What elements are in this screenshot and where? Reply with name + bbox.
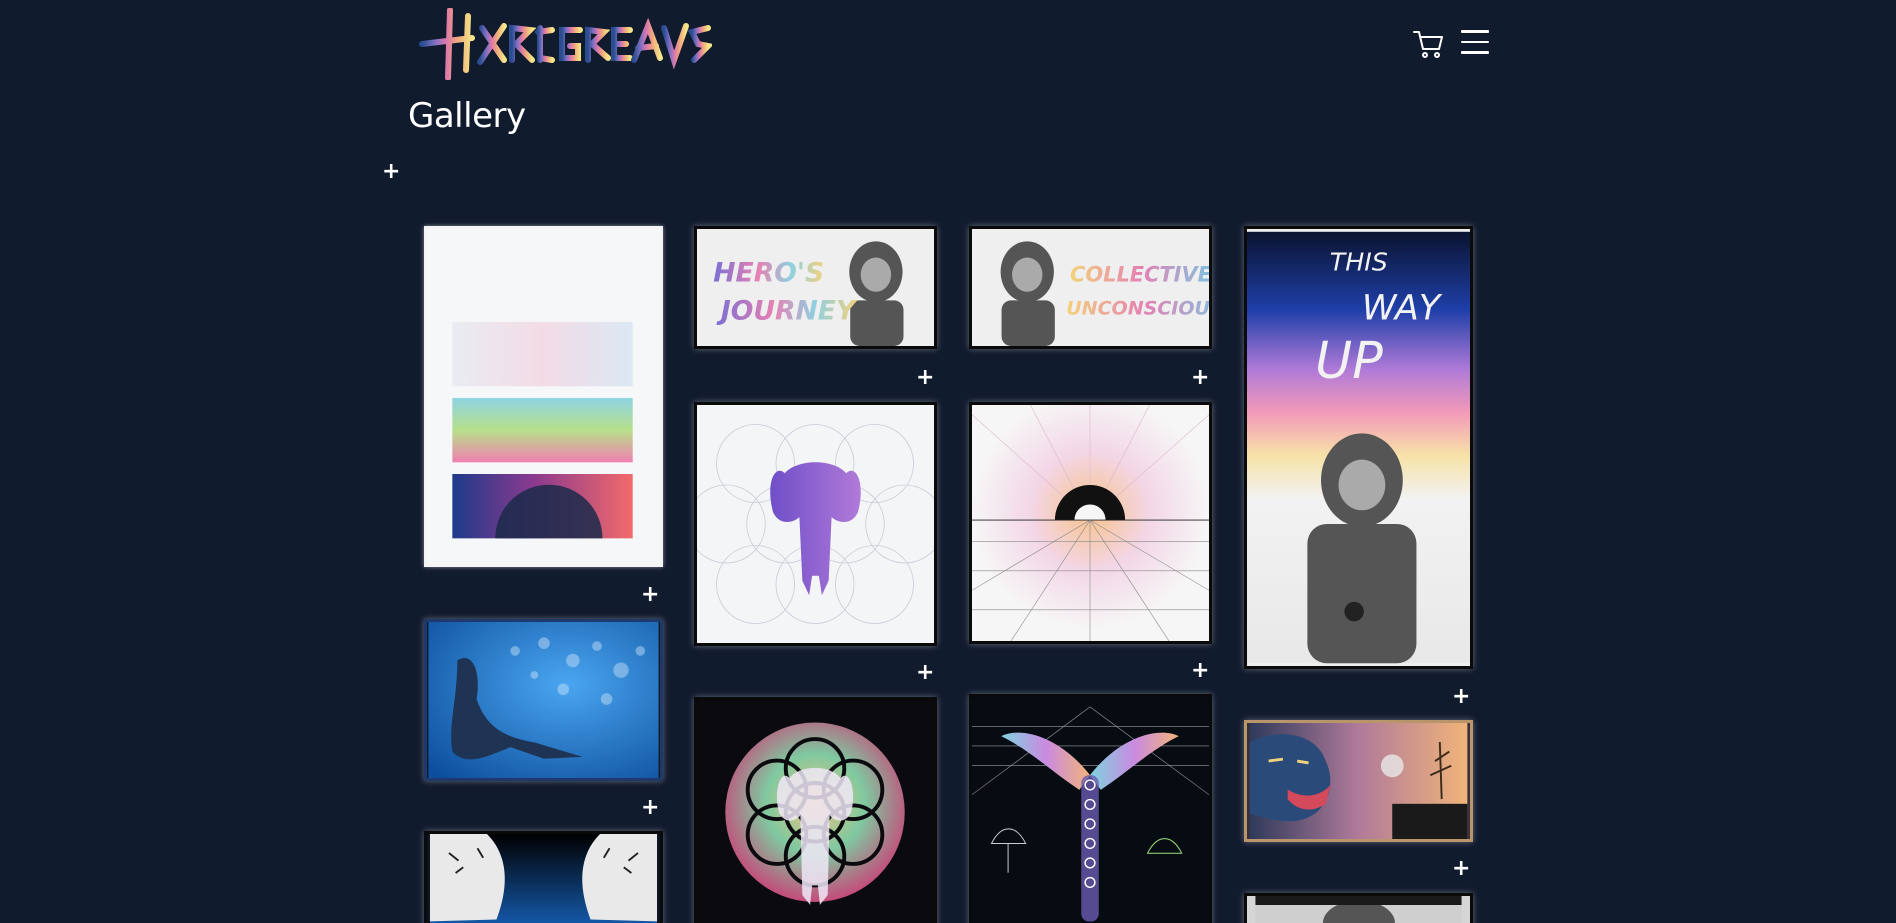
expand-button[interactable]: + bbox=[1191, 367, 1209, 389]
artwork-title-line2: JOURNEY bbox=[716, 295, 858, 326]
artwork-image bbox=[972, 405, 1209, 641]
artwork-image bbox=[428, 622, 659, 778]
artwork-elephant-flower-of-life-white[interactable] bbox=[694, 402, 937, 646]
artwork-title-line3: UP bbox=[1315, 331, 1383, 390]
page-title: Gallery bbox=[408, 96, 526, 136]
expand-button[interactable]: + bbox=[1191, 660, 1209, 682]
artwork-image bbox=[697, 405, 934, 643]
artwork-white-tigers[interactable] bbox=[424, 831, 663, 923]
cart-button[interactable] bbox=[1412, 28, 1444, 60]
artwork-heros-journey[interactable]: HERO'S JOURNEY bbox=[694, 226, 937, 349]
artwork-image: THIS WAY UP bbox=[1247, 231, 1470, 664]
artwork-image bbox=[452, 321, 633, 539]
logo-graphic bbox=[419, 7, 715, 81]
hamburger-menu-icon bbox=[1461, 30, 1489, 33]
hamburger-menu-icon-bar bbox=[1461, 40, 1489, 43]
artwork-title-line2: UNCONSCIOUS bbox=[1066, 298, 1209, 320]
artwork-elephant-flower-of-life-black[interactable] bbox=[694, 697, 937, 923]
artwork-collective-unconscious[interactable]: COLLECTIVE UNCONSCIOUS bbox=[969, 226, 1212, 349]
hamburger-menu-icon-bar bbox=[1461, 51, 1489, 54]
artwork-title-line1: HERO'S bbox=[713, 257, 824, 288]
artwork-title-line1: COLLECTIVE bbox=[1070, 262, 1209, 286]
artwork-monochrome-partial[interactable] bbox=[1244, 893, 1473, 923]
expand-button[interactable]: + bbox=[641, 584, 659, 606]
expand-button[interactable]: + bbox=[916, 367, 934, 389]
artwork-image: COLLECTIVE UNCONSCIOUS bbox=[974, 229, 1209, 346]
artwork-chakra-figure[interactable] bbox=[969, 694, 1212, 923]
brand-logo[interactable] bbox=[412, 7, 715, 81]
expand-button[interactable]: + bbox=[1452, 858, 1470, 880]
artwork-image bbox=[697, 700, 934, 923]
artwork-this-way-up[interactable]: THIS WAY UP bbox=[1244, 226, 1473, 669]
artwork-title-line1: THIS bbox=[1330, 248, 1388, 277]
artwork-image bbox=[1255, 896, 1462, 923]
cart-icon bbox=[1413, 31, 1443, 58]
expand-button[interactable]: + bbox=[916, 662, 934, 684]
artwork-image bbox=[972, 697, 1209, 923]
expand-button[interactable]: + bbox=[641, 797, 659, 819]
artwork-panther-landscape[interactable] bbox=[1244, 720, 1473, 842]
expand-button[interactable]: + bbox=[382, 161, 400, 183]
menu-button[interactable] bbox=[1461, 30, 1489, 56]
artwork-triptych-spectrum[interactable] bbox=[424, 226, 663, 567]
gallery-page: Gallery + + + HERO'S JOURNEY + + COLLECT… bbox=[0, 0, 1896, 923]
artwork-image bbox=[1249, 723, 1468, 839]
artwork-image: HERO'S JOURNEY bbox=[699, 229, 932, 346]
artwork-floating-figure-blue[interactable] bbox=[424, 619, 663, 781]
artwork-sunrise-grid[interactable] bbox=[969, 402, 1212, 644]
expand-button[interactable]: + bbox=[1452, 686, 1470, 708]
artwork-title-line2: WAY bbox=[1362, 287, 1443, 328]
artwork-image bbox=[429, 834, 658, 923]
